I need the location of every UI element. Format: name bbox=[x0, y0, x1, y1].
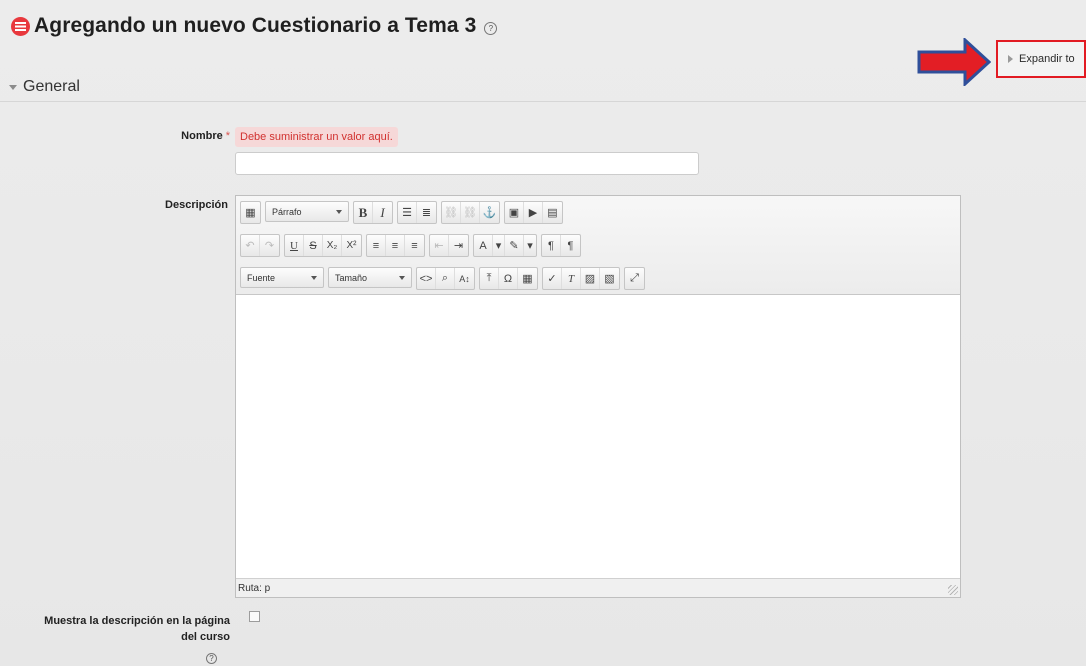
replace-icon[interactable]: A↕ bbox=[455, 268, 474, 289]
toolbar-toggle-icon[interactable]: ▦ bbox=[241, 202, 260, 223]
clear-format-icon[interactable]: ✓ bbox=[543, 268, 562, 289]
show-description-label-line1: Muestra la descripción en la página bbox=[44, 615, 230, 627]
divider bbox=[0, 101, 1086, 102]
caret-right-icon bbox=[1008, 55, 1013, 63]
strikethrough-icon[interactable]: S bbox=[304, 235, 323, 256]
editor-toolbar: ▦ Párrafo B I ☰ ≣ ⛓ ⛓ ⚓ ▣ ▶ ▤ ↶ ↷ U S X₂… bbox=[236, 196, 960, 295]
editor-status-bar: Ruta: p bbox=[236, 578, 960, 597]
file-icon[interactable]: ▤ bbox=[543, 202, 562, 223]
title-row: Agregando un nuevo Cuestionario a Tema 3… bbox=[11, 14, 498, 38]
show-description-checkbox[interactable] bbox=[249, 611, 260, 622]
remove-format-icon[interactable]: T bbox=[562, 268, 581, 289]
background-color-icon[interactable]: ✎ bbox=[505, 235, 524, 256]
align-center-icon[interactable]: ≡ bbox=[386, 235, 405, 256]
expand-all-highlight[interactable]: Expandir to bbox=[996, 40, 1086, 78]
font-select[interactable]: Fuente bbox=[240, 267, 324, 288]
media-icon[interactable]: ▶ bbox=[524, 202, 543, 223]
editor-content-area[interactable] bbox=[236, 295, 960, 578]
format-select[interactable]: Párrafo bbox=[265, 201, 349, 222]
text-color-icon[interactable]: A bbox=[474, 235, 493, 256]
upload-icon[interactable]: ⤒ bbox=[480, 268, 499, 289]
required-star: * bbox=[225, 130, 230, 142]
paste-text-icon[interactable]: ▨ bbox=[581, 268, 600, 289]
size-select[interactable]: Tamaño bbox=[328, 267, 412, 288]
table-icon[interactable]: ▦ bbox=[518, 268, 537, 289]
undo-icon[interactable]: ↶ bbox=[241, 235, 260, 256]
code-icon[interactable]: <> bbox=[417, 268, 436, 289]
show-description-label-line2: del curso bbox=[181, 631, 230, 643]
editor-path: Ruta: p bbox=[238, 582, 271, 594]
indent-icon[interactable]: ⇥ bbox=[449, 235, 468, 256]
numbered-list-icon[interactable]: ≣ bbox=[417, 202, 436, 223]
pointer-arrow-icon bbox=[917, 38, 991, 86]
special-char-icon[interactable]: Ω bbox=[499, 268, 518, 289]
description-label: Descripción bbox=[165, 199, 228, 211]
outdent-icon[interactable]: ⇤ bbox=[430, 235, 449, 256]
format-select-value: Párrafo bbox=[272, 206, 302, 217]
image-icon[interactable]: ▣ bbox=[505, 202, 524, 223]
background-color-dropdown-icon[interactable]: ▾ bbox=[524, 235, 536, 256]
anchor-icon[interactable]: ⚓ bbox=[480, 202, 499, 223]
dropdown-arrow-icon bbox=[311, 275, 317, 280]
align-right-icon[interactable]: ≡ bbox=[405, 235, 424, 256]
dropdown-arrow-icon bbox=[336, 209, 342, 214]
size-select-value: Tamaño bbox=[335, 272, 368, 283]
expand-all-link[interactable]: Expandir to bbox=[1019, 53, 1075, 65]
fullscreen-icon[interactable]: ⤢ bbox=[625, 268, 644, 289]
name-label-text: Nombre bbox=[181, 130, 223, 142]
section-header-general[interactable]: General bbox=[9, 78, 80, 96]
unlink-icon[interactable]: ⛓ bbox=[461, 202, 480, 223]
align-left-icon[interactable]: ≡ bbox=[367, 235, 386, 256]
bullet-list-icon[interactable]: ☰ bbox=[398, 202, 417, 223]
superscript-icon[interactable]: X² bbox=[342, 235, 361, 256]
name-label: Nombre * bbox=[150, 130, 230, 142]
rtl-icon[interactable]: ¶ bbox=[561, 235, 580, 256]
section-title: General bbox=[23, 78, 80, 95]
paste-word-icon[interactable]: ▧ bbox=[600, 268, 619, 289]
description-editor[interactable]: ▦ Párrafo B I ☰ ≣ ⛓ ⛓ ⚓ ▣ ▶ ▤ ↶ ↷ U S X₂… bbox=[235, 195, 961, 598]
show-description-label: Muestra la descripción en la página del … bbox=[22, 613, 230, 645]
help-icon[interactable]: ? bbox=[206, 653, 217, 664]
link-icon[interactable]: ⛓ bbox=[442, 202, 461, 223]
caret-down-icon bbox=[9, 84, 17, 90]
resize-handle-icon[interactable] bbox=[948, 585, 958, 595]
font-select-value: Fuente bbox=[247, 272, 276, 283]
redo-icon[interactable]: ↷ bbox=[260, 235, 279, 256]
underline-icon[interactable]: U bbox=[285, 235, 304, 256]
text-color-dropdown-icon[interactable]: ▾ bbox=[493, 235, 505, 256]
quiz-icon bbox=[11, 16, 30, 36]
name-input[interactable] bbox=[235, 152, 699, 175]
dropdown-arrow-icon bbox=[399, 275, 405, 280]
bold-icon[interactable]: B bbox=[354, 202, 373, 223]
name-error-message: Debe suministrar un valor aquí. bbox=[235, 127, 398, 147]
help-icon[interactable]: ? bbox=[484, 21, 498, 35]
find-icon[interactable]: ⌕ bbox=[436, 268, 455, 289]
ltr-icon[interactable]: ¶ bbox=[542, 235, 561, 256]
italic-icon[interactable]: I bbox=[373, 202, 392, 223]
page-title: Agregando un nuevo Cuestionario a Tema 3 bbox=[34, 14, 477, 37]
subscript-icon[interactable]: X₂ bbox=[323, 235, 342, 256]
